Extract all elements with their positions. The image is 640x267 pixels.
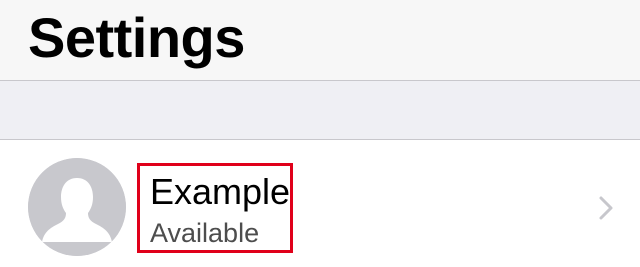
- person-silhouette-icon: [28, 158, 126, 256]
- chevron-right-icon: [599, 196, 613, 220]
- profile-cell[interactable]: Example Available: [0, 140, 640, 267]
- settings-screen: Settings Example Available: [0, 0, 640, 267]
- navigation-header: Settings: [0, 0, 640, 81]
- highlighted-name-box: Example Available: [137, 163, 293, 253]
- page-title: Settings: [28, 6, 245, 69]
- avatar: [28, 158, 126, 256]
- profile-status: Available: [150, 218, 260, 248]
- section-spacer: [0, 81, 640, 140]
- profile-name: Example: [150, 171, 291, 212]
